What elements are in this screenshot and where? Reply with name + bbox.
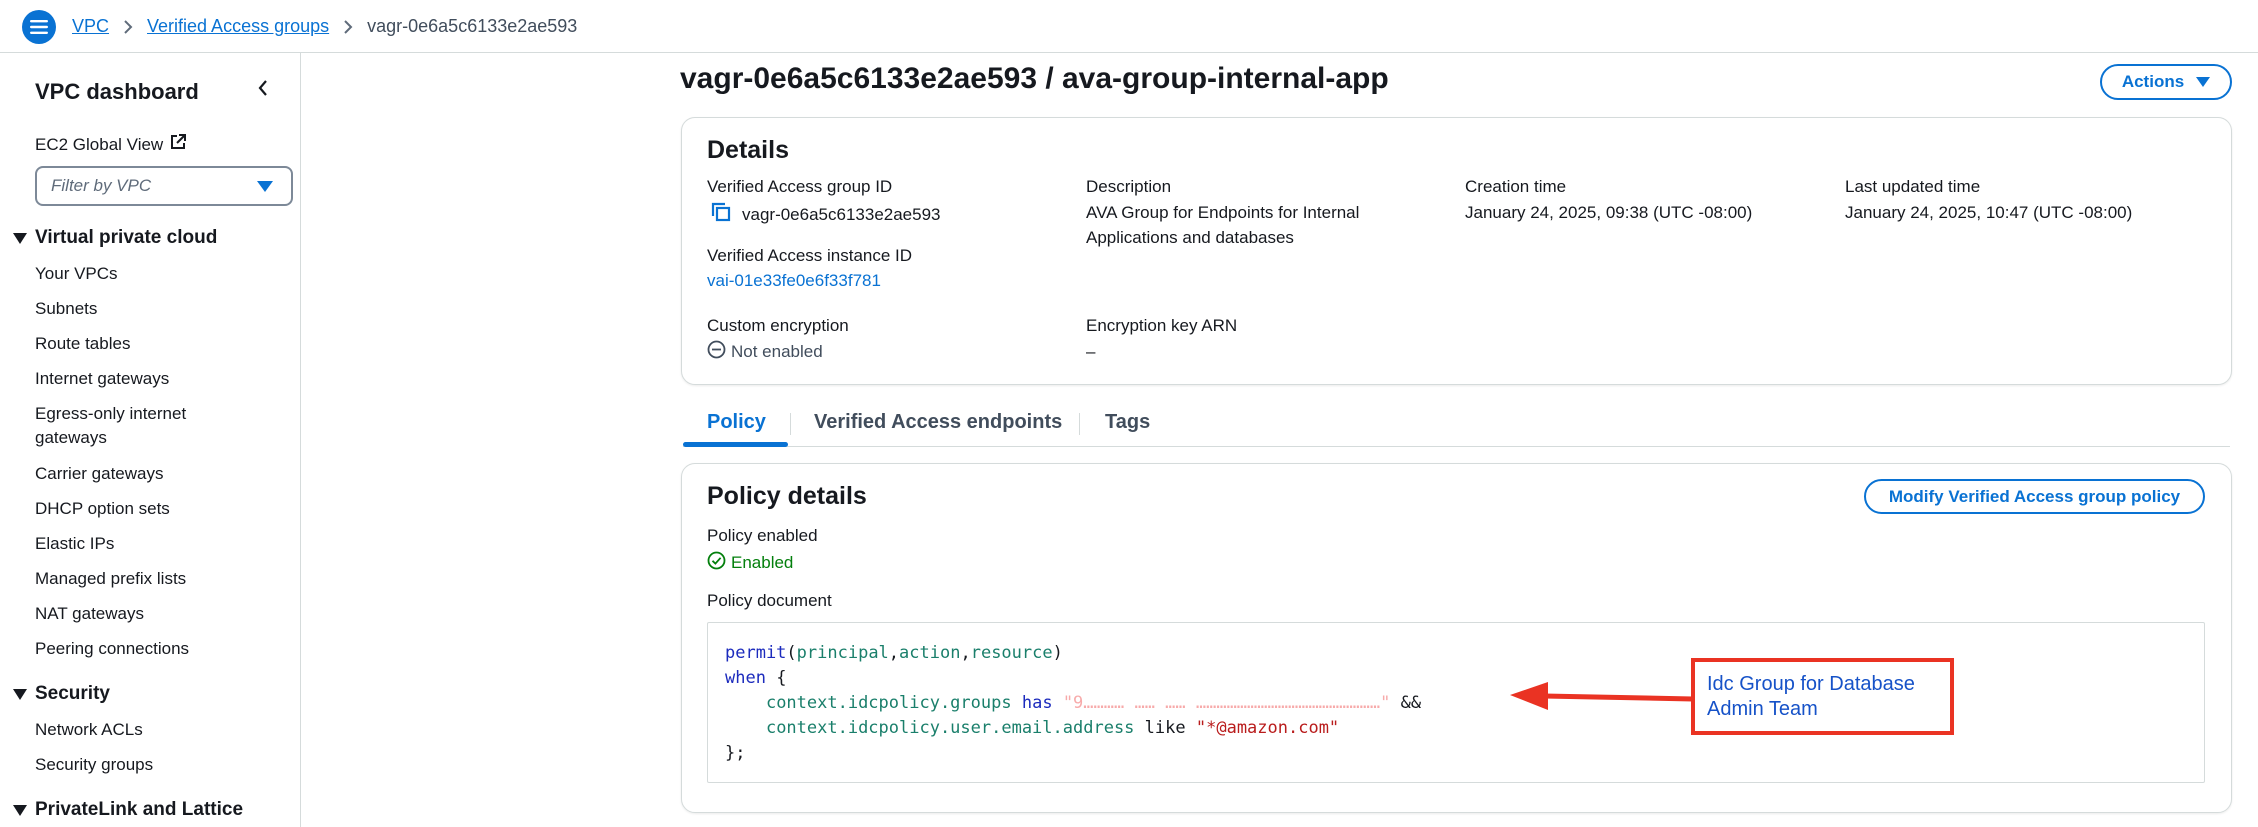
- sidebar-item-dhcp-option-sets[interactable]: DHCP option sets: [35, 497, 265, 521]
- status-stopped-icon: [707, 340, 726, 364]
- instance-id-label: Verified Access instance ID: [707, 246, 913, 265]
- code-has: has: [1021, 693, 1053, 713]
- sidebar-item-network-acls[interactable]: Network ACLs: [35, 718, 265, 742]
- sidebar-item-egress-only-internet-gateways[interactable]: Egress-only internet gateways: [35, 402, 215, 450]
- modify-button-label: Modify Verified Access group policy: [1888, 486, 2181, 506]
- annotation-arrow-icon: [1510, 682, 1694, 710]
- sidebar-item-elastic-ips[interactable]: Elastic IPs: [35, 532, 265, 556]
- external-link-icon: [169, 133, 187, 156]
- sidebar-section-security[interactable]: Security: [13, 683, 110, 705]
- tab-tags[interactable]: Tags: [1105, 411, 1150, 434]
- sidebar-item-managed-prefix-lists[interactable]: Managed prefix lists: [35, 567, 265, 591]
- caret-down-icon: [2196, 77, 2211, 87]
- actions-button[interactable]: Actions: [2100, 64, 2232, 100]
- custom-encryption-value: Not enabled: [731, 342, 823, 361]
- policy-enabled-status: Enabled: [707, 551, 793, 575]
- code-email-value: "*@amazon.com": [1195, 718, 1340, 738]
- policy-document-label: Policy document: [707, 591, 832, 610]
- sidebar-item-route-tables[interactable]: Route tables: [35, 332, 265, 356]
- tab-verified-access-endpoints[interactable]: Verified Access endpoints: [814, 411, 1062, 434]
- description-value-line1: AVA Group for Endpoints for Internal: [1086, 203, 1360, 222]
- group-id-label: Verified Access group ID: [707, 177, 893, 196]
- encryption-key-arn-label: Encryption key ARN: [1086, 316, 1238, 335]
- instance-id-link[interactable]: vai-01e33fe0e6f33f781: [707, 271, 881, 291]
- chevron-left-icon[interactable]: [252, 77, 274, 99]
- breadcrumb-current: vagr-0e6a5c6133e2ae593: [367, 16, 578, 36]
- last-updated-value: January 24, 2025, 10:47 (UTC -08:00): [1845, 203, 2133, 222]
- section-label: Security: [35, 683, 110, 704]
- code-when: when: [725, 668, 766, 688]
- tab-policy[interactable]: Policy: [707, 411, 766, 434]
- vpc-filter-select[interactable]: Filter by VPC: [35, 166, 293, 206]
- last-updated-label: Last updated time: [1845, 177, 1981, 196]
- caret-down-icon: [257, 181, 273, 192]
- sidebar-item-internet-gateways[interactable]: Internet gateways: [35, 367, 265, 391]
- custom-encryption-label: Custom encryption: [707, 316, 849, 335]
- active-tab-indicator: [683, 442, 788, 447]
- sidebar-item-label: EC2 Global View: [35, 134, 164, 154]
- custom-encryption-status: Not enabled: [707, 340, 823, 364]
- sidebar-item-security-groups[interactable]: Security groups: [35, 753, 265, 777]
- creation-time-value: January 24, 2025, 09:38 (UTC -08:00): [1465, 203, 1753, 222]
- sidebar-section-virtual-private-cloud[interactable]: Virtual private cloud: [13, 227, 217, 249]
- details-panel: Details Verified Access group ID vagr-0e…: [681, 117, 2232, 385]
- chevron-right-icon: [123, 19, 133, 35]
- code-principal: principal: [796, 643, 889, 663]
- menu-icon[interactable]: [22, 10, 56, 44]
- tab-divider: [790, 413, 791, 435]
- policy-document-code: permit(principal,action,resource) when {…: [707, 622, 2205, 783]
- policy-enabled-label: Policy enabled: [707, 526, 818, 545]
- chevron-right-icon: [343, 19, 353, 35]
- code-like: like: [1144, 718, 1186, 738]
- caret-down-icon: [13, 232, 27, 244]
- section-label: Virtual private cloud: [35, 227, 218, 248]
- group-id-row: vagr-0e6a5c6133e2ae593: [710, 201, 941, 228]
- actions-label: Actions: [2121, 72, 2185, 91]
- filter-placeholder: Filter by VPC: [51, 176, 152, 195]
- policy-details-title: Policy details: [707, 482, 867, 510]
- sidebar-title[interactable]: VPC dashboard: [35, 79, 199, 105]
- description-value-line2: Applications and databases: [1086, 228, 1294, 247]
- sidebar-section-privatelink-and-lattice[interactable]: PrivateLink and Lattice: [13, 799, 243, 821]
- sidebar-item-subnets[interactable]: Subnets: [35, 297, 265, 321]
- breadcrumb-vpc[interactable]: VPC: [72, 16, 109, 37]
- modify-group-policy-button[interactable]: Modify Verified Access group policy: [1864, 479, 2205, 514]
- code-groups-path: context.idcpolicy.groups: [765, 693, 1012, 713]
- caret-down-icon: [13, 804, 27, 816]
- sidebar: VPC dashboard EC2 Global View Filter by …: [0, 53, 301, 827]
- sidebar-item-your-vpcs[interactable]: Your VPCs: [35, 262, 265, 286]
- page-title: vagr-0e6a5c6133e2ae593 / ava-group-inter…: [680, 62, 1389, 95]
- breadcrumb-verified-access-groups[interactable]: Verified Access groups: [147, 16, 329, 37]
- sidebar-item-ec2-global-view[interactable]: EC2 Global View: [35, 133, 187, 156]
- top-navigation-bar: VPC Verified Access groups vagr-0e6a5c61…: [0, 0, 2258, 53]
- description-label: Description: [1086, 177, 1172, 196]
- policy-enabled-value: Enabled: [731, 553, 794, 572]
- copy-icon[interactable]: [710, 201, 732, 228]
- caret-down-icon: [13, 688, 27, 700]
- status-success-icon: [707, 551, 726, 575]
- code-line-5: };: [725, 743, 746, 763]
- annotation-callout: Idc Group for Database Admin Team: [1691, 658, 1954, 735]
- tab-divider: [1079, 413, 1080, 435]
- code-action: action: [899, 643, 961, 663]
- creation-time-label: Creation time: [1465, 177, 1567, 196]
- details-title: Details: [707, 136, 789, 164]
- code-permit: permit: [725, 643, 787, 663]
- code-line-2: when {: [725, 668, 787, 688]
- sidebar-item-peering-connections[interactable]: Peering connections: [35, 637, 265, 661]
- code-and: &&: [1400, 693, 1422, 713]
- code-line-3: context.idcpolicy.groups has "9………… …… ……: [725, 691, 2187, 716]
- breadcrumb: VPC Verified Access groups vagr-0e6a5c61…: [72, 0, 577, 53]
- code-resource: resource: [970, 643, 1053, 663]
- section-label: PrivateLink and Lattice: [35, 799, 244, 820]
- group-id-value: vagr-0e6a5c6133e2ae593: [742, 204, 941, 224]
- code-line-1: permit(principal,action,resource): [725, 643, 1063, 663]
- code-groups-value-redacted: "9………… …… …… ………………………………………………": [1062, 693, 1391, 713]
- encryption-key-arn-value: –: [1086, 342, 1096, 361]
- code-email-path: context.idcpolicy.user.email.address: [765, 718, 1135, 738]
- code-line-4: context.idcpolicy.user.email.address lik…: [725, 716, 2187, 741]
- sidebar-item-nat-gateways[interactable]: NAT gateways: [35, 602, 265, 626]
- sidebar-item-carrier-gateways[interactable]: Carrier gateways: [35, 462, 265, 486]
